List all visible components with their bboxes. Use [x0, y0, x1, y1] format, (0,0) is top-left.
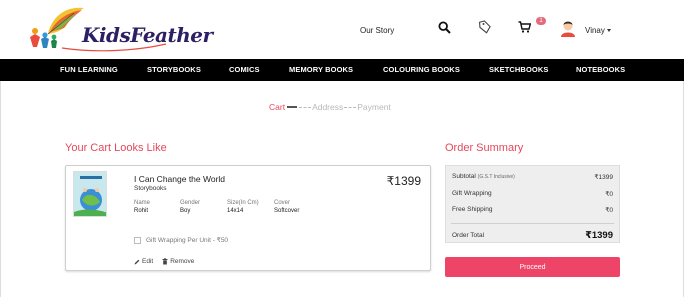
- attr-label: Gender: [180, 200, 201, 206]
- step-address: Address: [312, 102, 344, 112]
- attr-cover: Cover Softcover: [274, 200, 299, 214]
- site-header: KidsFeather Our Story 1 Vinay: [0, 0, 684, 59]
- cart-title: Your Cart Looks Like: [65, 142, 167, 154]
- subtotal-label: Subtotal: [452, 173, 476, 180]
- order-summary: Subtotal (G.S.T Inclusive) ₹1399 Gift Wr…: [445, 165, 620, 243]
- step-cart[interactable]: Cart: [269, 102, 285, 112]
- attr-name: Name Rohit: [134, 200, 150, 214]
- nav-storybooks[interactable]: STORYBOOKS: [147, 59, 201, 81]
- subtotal-row: Subtotal (G.S.T Inclusive) ₹1399: [452, 173, 613, 181]
- item-title[interactable]: I Can Change the World: [134, 174, 225, 184]
- attr-label: Name: [134, 200, 151, 206]
- step-divider: [344, 106, 357, 108]
- cart-item: I Can Change the World Storybooks ₹1399 …: [65, 165, 431, 271]
- edit-label: Edit: [142, 258, 154, 265]
- summary-divider: [451, 223, 614, 224]
- order-total-label: Order Total: [452, 232, 485, 239]
- cart-icon[interactable]: [517, 20, 531, 34]
- step-divider: [287, 106, 298, 108]
- gift-wrapping-row: Gift Wrapping ₹0: [452, 190, 613, 198]
- step-payment: Payment: [357, 102, 391, 112]
- cart-count-badge: 1: [536, 17, 546, 25]
- nav-our-story[interactable]: Our Story: [360, 26, 394, 35]
- edit-button[interactable]: Edit: [134, 258, 153, 265]
- attr-gender: Gender Boy: [180, 200, 200, 214]
- gift-wrap-checkbox[interactable]: [134, 236, 141, 244]
- logo-text: KidsFeather: [82, 23, 213, 47]
- tag-icon[interactable]: [478, 19, 492, 35]
- proceed-button[interactable]: Proceed: [445, 257, 620, 277]
- nav-comics[interactable]: COMICS: [229, 59, 260, 81]
- chevron-down-icon[interactable]: [607, 29, 611, 32]
- category-nav: FUN LEARNING STORYBOOKS COMICS MEMORY BO…: [0, 59, 684, 81]
- trash-icon: [162, 258, 168, 265]
- nav-fun-learning[interactable]: FUN LEARNING: [60, 59, 118, 81]
- user-name[interactable]: Vinay: [585, 26, 605, 35]
- attr-label: Cover: [274, 200, 291, 206]
- shipping-value: ₹0: [605, 207, 613, 214]
- remove-button[interactable]: Remove: [162, 258, 194, 265]
- item-category: Storybooks: [134, 185, 167, 192]
- gift-wrapping-value: ₹0: [605, 191, 613, 198]
- site-logo[interactable]: KidsFeather: [26, 4, 213, 52]
- gift-wrap-option[interactable]: Gift Wrapping Per Unit - ₹50: [134, 236, 228, 244]
- item-price: ₹1399: [386, 174, 421, 188]
- pencil-icon: [134, 259, 140, 264]
- nav-colouring-books[interactable]: COLOURING BOOKS: [383, 59, 460, 81]
- shipping-row: Free Shipping ₹0: [452, 206, 613, 214]
- step-divider: [299, 106, 312, 108]
- subtotal-value: ₹1399: [594, 174, 613, 181]
- subtotal-note: (G.S.T Inclusive): [477, 174, 515, 180]
- shipping-label: Free Shipping: [452, 206, 493, 213]
- nav-sketchbooks[interactable]: SKETCHBOOKS: [489, 59, 548, 81]
- order-total-value: ₹1399: [585, 230, 613, 241]
- avatar-icon[interactable]: [560, 19, 576, 37]
- nav-memory-books[interactable]: MEMORY BOOKS: [289, 59, 353, 81]
- nav-notebooks[interactable]: NOTEBOOKS: [576, 59, 625, 81]
- gift-wrap-label: Gift Wrapping Per Unit - ₹50: [146, 237, 229, 244]
- order-total-row: Order Total ₹1399: [452, 230, 613, 241]
- attr-value: 14x14: [227, 208, 244, 214]
- remove-label: Remove: [170, 258, 195, 265]
- search-icon[interactable]: [437, 20, 451, 34]
- attr-value: Softcover: [274, 208, 300, 214]
- item-actions: Edit Remove: [134, 258, 203, 265]
- book-thumbnail[interactable]: [73, 171, 107, 217]
- checkout-steps: Cart Address Payment: [269, 101, 391, 113]
- order-summary-title: Order Summary: [445, 142, 524, 154]
- attr-size: Size(In Cm) 14x14: [227, 200, 259, 214]
- subtotal-label-wrap: Subtotal (G.S.T Inclusive): [452, 173, 515, 181]
- attr-value: Boy: [180, 208, 191, 214]
- attr-value: Rohit: [134, 208, 149, 214]
- attr-label: Size(In Cm): [227, 200, 259, 206]
- gift-wrapping-label: Gift Wrapping: [452, 190, 492, 197]
